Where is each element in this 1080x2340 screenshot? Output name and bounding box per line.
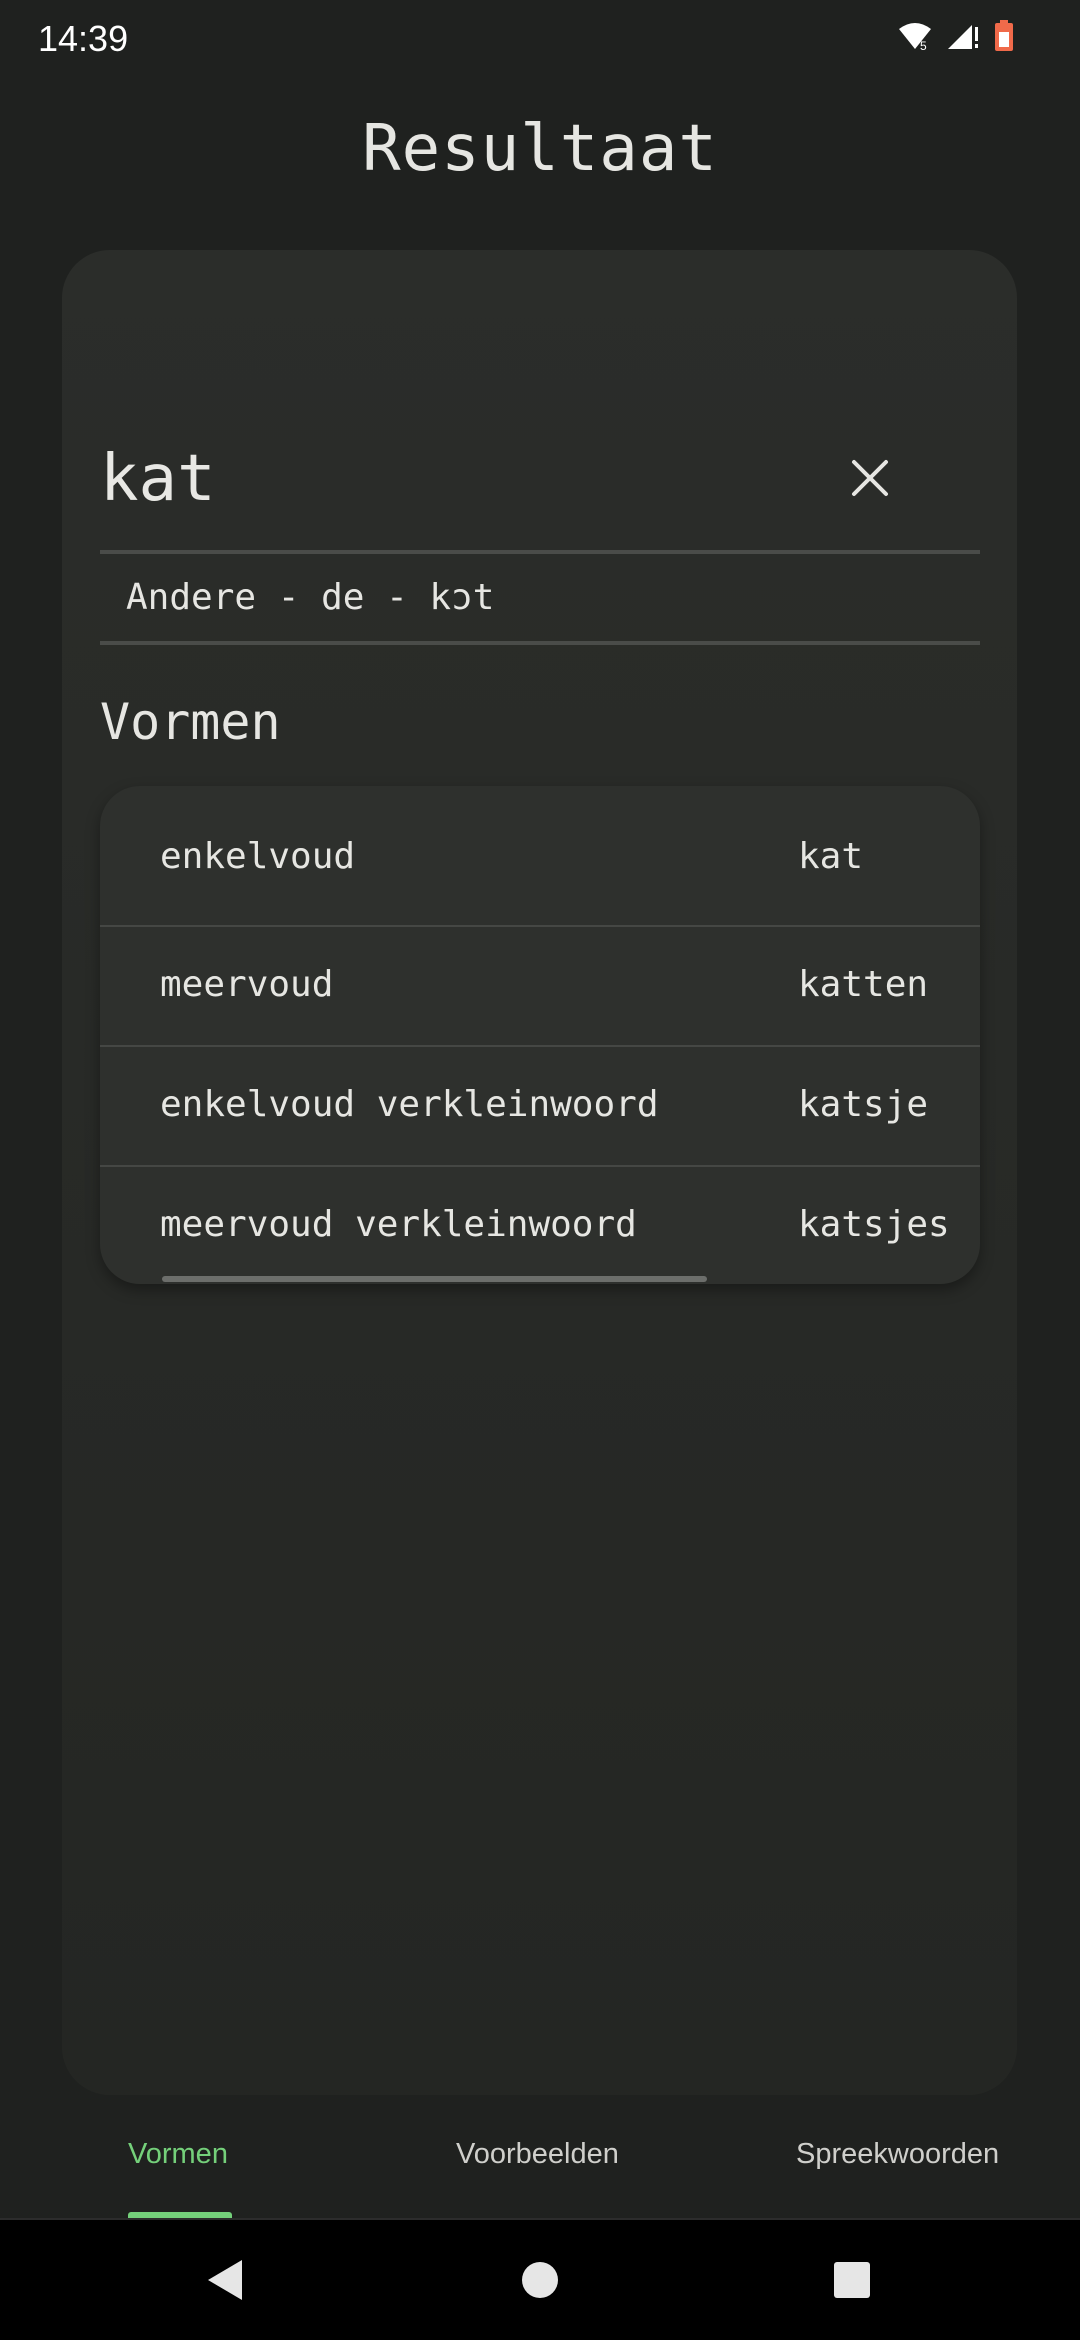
form-value: katten: [798, 964, 929, 1005]
word-text: kat: [100, 442, 216, 516]
svg-text:5: 5: [920, 39, 927, 51]
horizontal-scrollbar[interactable]: [162, 1276, 707, 1282]
wifi-icon: 5: [898, 21, 932, 51]
form-value: kat: [798, 836, 864, 877]
home-icon: [522, 2262, 558, 2298]
word-row: kat: [100, 410, 980, 550]
row-divider: [100, 925, 980, 927]
forms-table[interactable]: enkelvoud kat meervoud katten enkelvoud …: [100, 786, 980, 1284]
status-time: 14:39: [38, 18, 129, 59]
row-divider: [100, 1045, 980, 1047]
tab-voorbeelden[interactable]: Voorbeelden: [456, 2138, 619, 2171]
back-icon: [208, 2260, 242, 2300]
form-label: meervoud verkleinwoord: [160, 1204, 637, 1245]
tab-vormen[interactable]: Vormen: [128, 2138, 228, 2171]
signal-icon: [946, 21, 980, 51]
form-label: enkelvoud verkleinwoord: [160, 1084, 659, 1125]
close-icon: [852, 460, 888, 496]
back-button[interactable]: [196, 2250, 256, 2310]
section-title: Vormen: [100, 693, 281, 751]
form-label: meervoud: [160, 964, 334, 1005]
home-button[interactable]: [510, 2250, 570, 2310]
form-label: enkelvoud: [160, 836, 356, 877]
page-title: Resultaat: [362, 112, 718, 186]
close-button[interactable]: [838, 446, 902, 510]
word-info: Andere - de - kɔt: [126, 577, 495, 618]
status-icons: 5: [898, 20, 1014, 52]
navigation-bar: [0, 2218, 1080, 2340]
bottom-tabs: Vormen Voorbeelden Spreekwoorden: [0, 2110, 1080, 2218]
recents-icon: [834, 2262, 870, 2298]
row-divider: [100, 1165, 980, 1167]
form-value: katsjes: [798, 1204, 950, 1245]
battery-icon: [994, 20, 1014, 52]
status-bar: 14:39 5: [0, 0, 1080, 82]
form-value: katsje: [798, 1084, 929, 1125]
tab-spreekwoorden[interactable]: Spreekwoorden: [796, 2138, 999, 2171]
divider: [100, 550, 980, 554]
divider: [100, 641, 980, 645]
recents-button[interactable]: [822, 2250, 882, 2310]
